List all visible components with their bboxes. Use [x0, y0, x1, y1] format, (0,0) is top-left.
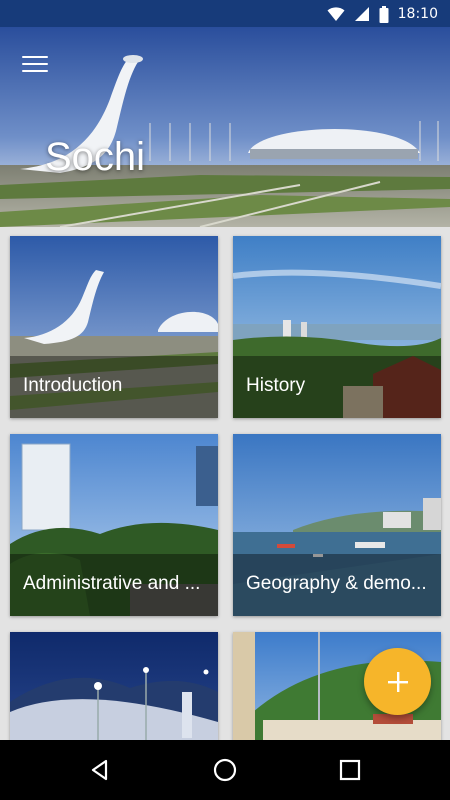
recents-icon: [339, 759, 361, 781]
card-history[interactable]: History: [233, 236, 441, 418]
card-introduction[interactable]: Introduction: [10, 236, 218, 418]
signal-icon: [354, 7, 369, 21]
back-button[interactable]: [85, 755, 115, 785]
status-time: 18:10: [397, 6, 438, 22]
card-geography[interactable]: Geography & demo...: [233, 434, 441, 616]
page-title: Sochi: [45, 135, 146, 179]
card-administrative[interactable]: Administrative and ...: [10, 434, 218, 616]
card-section-5[interactable]: [10, 632, 218, 740]
navigation-bar: [0, 740, 450, 800]
recents-button[interactable]: [335, 755, 365, 785]
battery-icon: [379, 5, 389, 23]
add-button[interactable]: [364, 648, 431, 715]
hero-header: Sochi: [0, 27, 450, 227]
plus-icon: [387, 671, 408, 692]
card-label: Geography & demo...: [246, 573, 427, 594]
home-button[interactable]: [210, 755, 240, 785]
menu-button[interactable]: [18, 51, 52, 81]
card-label: Administrative and ...: [23, 573, 201, 594]
card-label: History: [246, 375, 306, 396]
hamburger-menu-icon: [22, 56, 48, 58]
back-icon: [91, 759, 108, 781]
home-icon: [213, 758, 237, 782]
hero-image: [0, 27, 450, 227]
wifi-icon: [327, 7, 345, 21]
status-bar: 18:10: [0, 0, 450, 27]
card-label: Introduction: [23, 375, 123, 396]
card-image: [10, 632, 218, 740]
